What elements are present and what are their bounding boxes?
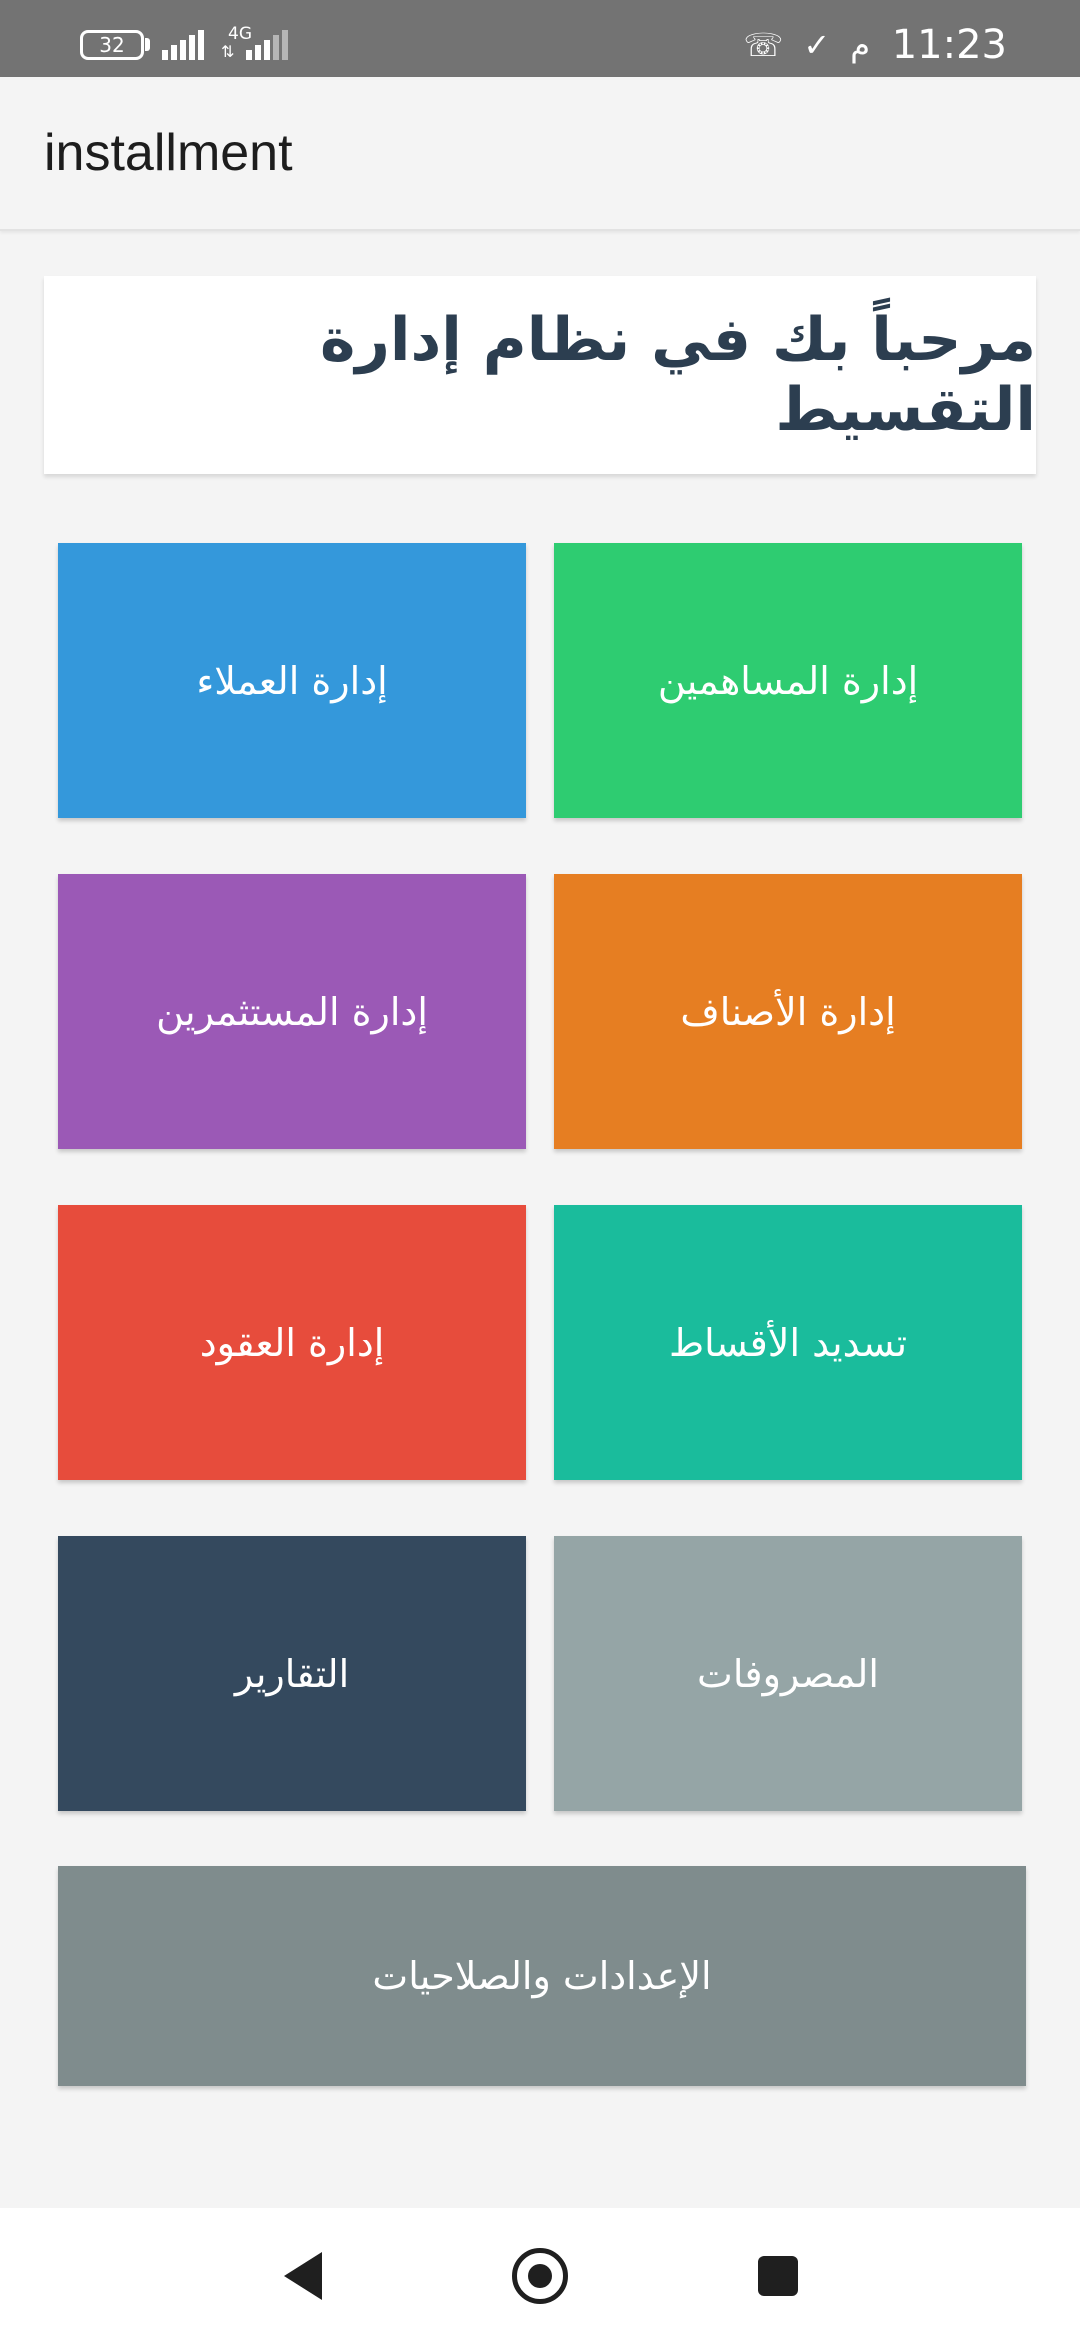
customers-label: إدارة العملاء	[196, 658, 388, 703]
expenses-label: المصروفات	[697, 1651, 879, 1696]
investors-button[interactable]: إدارة المستثمرين	[58, 874, 526, 1149]
battery-level: 32	[99, 33, 125, 57]
check-icon: ✓	[803, 26, 831, 64]
call-forward-icon: ☏	[743, 26, 784, 64]
expenses-button[interactable]: المصروفات	[554, 1536, 1022, 1811]
welcome-card: مرحباً بك في نظام إدارة التقسيط	[44, 276, 1036, 474]
data-arrows-icon: ⇅	[221, 42, 235, 61]
categories-label: إدارة الأصناف	[680, 989, 896, 1034]
settings-button[interactable]: الإعدادات والصلاحيات	[58, 1866, 1026, 2086]
battery-tip	[145, 38, 150, 51]
investors-label: إدارة المستثمرين	[156, 989, 428, 1034]
network-type-label: 4G	[228, 24, 252, 44]
settings-label: الإعدادات والصلاحيات	[372, 1954, 712, 1998]
recents-icon[interactable]	[758, 2256, 798, 2296]
battery-icon: 32	[80, 30, 144, 60]
status-bar: 32 4G ⇅ ☏ ✓ م 11:23	[0, 0, 1080, 77]
reports-button[interactable]: التقارير	[58, 1536, 526, 1811]
welcome-text: مرحباً بك في نظام إدارة التقسيط	[319, 305, 1036, 445]
status-icons: ☏ ✓ م	[743, 26, 870, 64]
status-time: 11:23	[891, 22, 1007, 68]
period-label: م	[850, 26, 870, 64]
app-title: installment	[44, 124, 293, 182]
contracts-button[interactable]: إدارة العقود	[58, 1205, 526, 1480]
installments-label: تسديد الأقساط	[668, 1320, 908, 1365]
app-bar: installment	[0, 77, 1080, 231]
navigation-bar	[0, 2208, 1080, 2340]
home-icon[interactable]	[512, 2248, 568, 2304]
back-icon[interactable]	[284, 2252, 322, 2300]
installments-button[interactable]: تسديد الأقساط	[554, 1205, 1022, 1480]
categories-button[interactable]: إدارة الأصناف	[554, 874, 1022, 1149]
reports-label: التقارير	[234, 1651, 350, 1696]
contracts-label: إدارة العقود	[199, 1320, 385, 1365]
shareholders-label: إدارة المساهمين	[657, 658, 919, 703]
shareholders-button[interactable]: إدارة المساهمين	[554, 543, 1022, 818]
customers-button[interactable]: إدارة العملاء	[58, 543, 526, 818]
